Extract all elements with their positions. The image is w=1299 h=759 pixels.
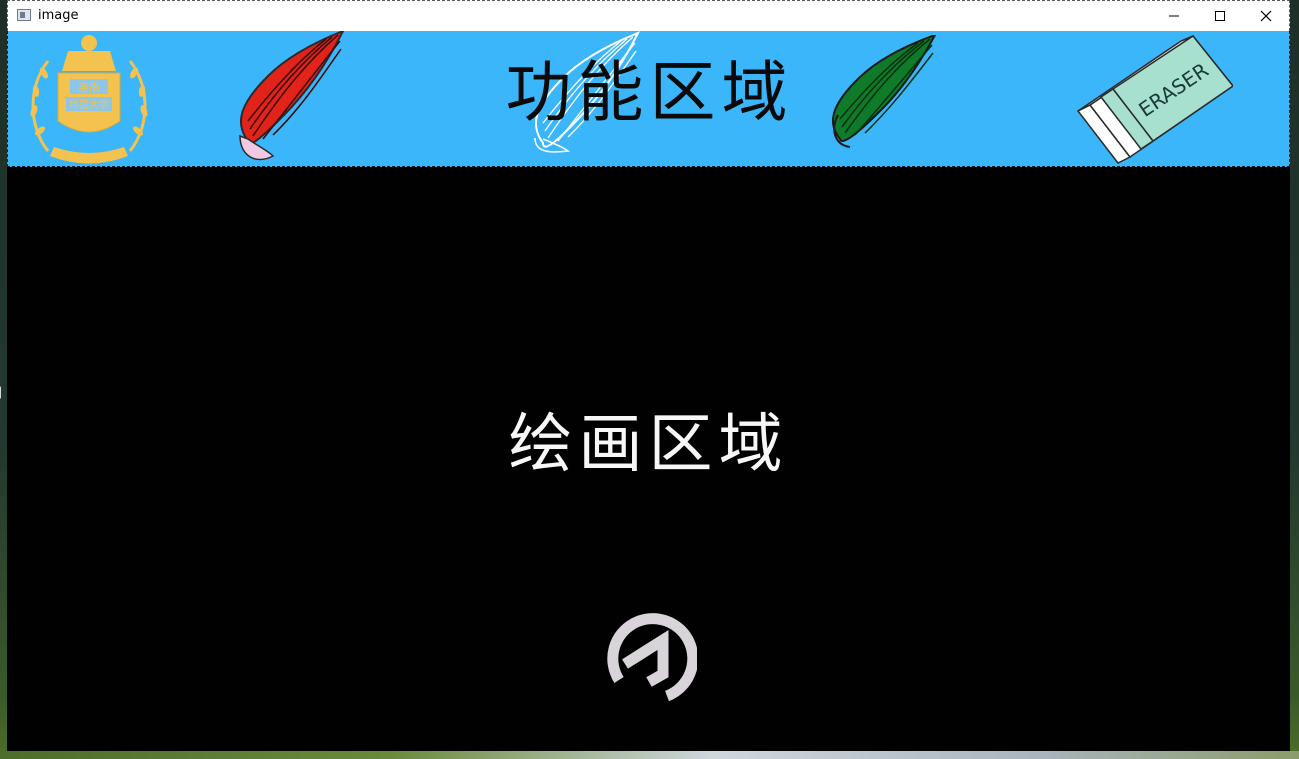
close-button[interactable] bbox=[1243, 1, 1289, 31]
drawing-area-title: 绘画区域 bbox=[508, 408, 789, 482]
desktop-taskbar-strip bbox=[0, 751, 1299, 759]
maximize-icon bbox=[1215, 11, 1225, 21]
maximize-button[interactable] bbox=[1197, 1, 1243, 31]
minimize-button[interactable] bbox=[1151, 1, 1197, 31]
window-title: image bbox=[38, 8, 79, 23]
minimize-icon bbox=[1169, 15, 1179, 17]
drawing-canvas[interactable]: 绘画区域 bbox=[7, 167, 1290, 751]
circular-a-logo-icon bbox=[607, 613, 697, 702]
function-toolbar[interactable]: 淮南 师范大学 ERASER 功能区域 bbox=[7, 31, 1290, 167]
function-area-title: 功能区域 bbox=[505, 54, 794, 131]
opencv-image-window[interactable]: image 淮南 师范大学 ERASER 功能区域 绘画区域 bbox=[7, 0, 1290, 751]
app-window-icon bbox=[17, 9, 31, 21]
title-bar[interactable]: image bbox=[7, 0, 1290, 31]
close-icon bbox=[1260, 10, 1272, 22]
